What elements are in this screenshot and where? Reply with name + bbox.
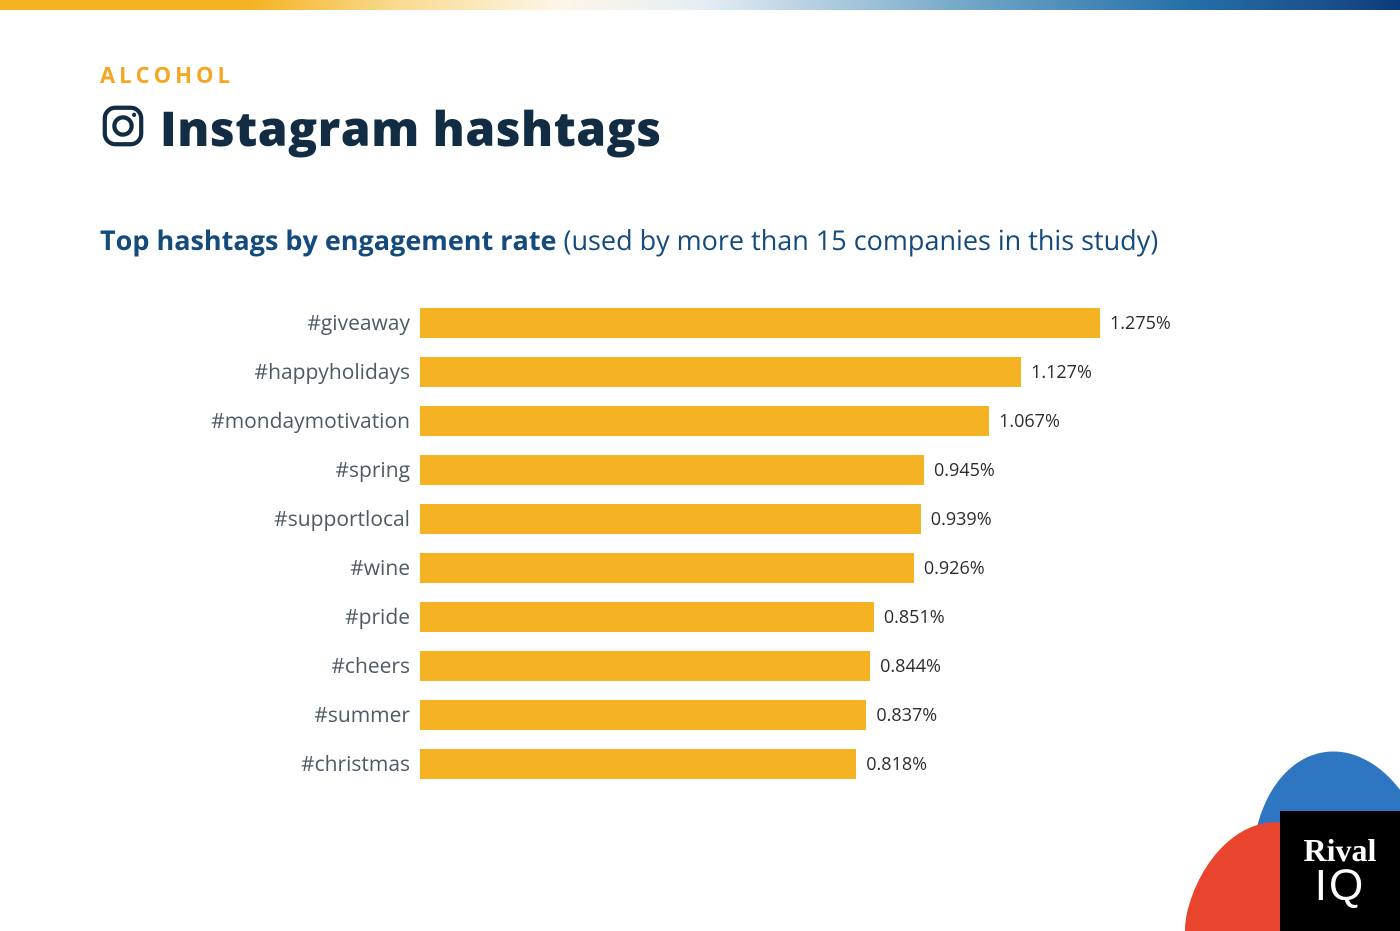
bar [420,504,921,534]
chart-row: #spring 0.945% [170,455,1300,485]
bar [420,602,874,632]
bar-wrap: 1.127% [420,357,1092,387]
chart-row: #wine 0.926% [170,553,1300,583]
bar [420,406,989,436]
hashtag-label: #wine [170,554,420,582]
chart-row: #cheers 0.844% [170,651,1300,681]
bar-wrap: 1.275% [420,308,1171,338]
page-title: Instagram hashtags [160,96,662,161]
bar [420,308,1100,338]
chart-row: #giveaway 1.275% [170,308,1300,338]
top-gradient-bar [0,0,1400,10]
value-label: 0.945% [934,458,995,482]
bar-chart: #giveaway 1.275% #happyholidays 1.127% #mond… [100,308,1300,779]
chart-row: #christmas 0.818% [170,749,1300,779]
bar-wrap: 1.067% [420,406,1060,436]
page: ALCOHOL Instagram hashtags Top hashtags … [0,0,1400,931]
bar-wrap: 0.945% [420,455,995,485]
bar [420,553,914,583]
eyebrow-category: ALCOHOL [100,60,1300,90]
value-label: 0.851% [884,605,945,629]
value-label: 0.818% [866,752,927,776]
bar-wrap: 0.926% [420,553,985,583]
rivaliq-logo: Rival IQ [1280,811,1400,931]
value-label: 0.844% [880,654,941,678]
bar-wrap: 0.939% [420,504,992,534]
chart-row: #happyholidays 1.127% [170,357,1300,387]
bar [420,455,924,485]
instagram-icon [100,103,146,154]
value-label: 1.067% [999,409,1060,433]
bar [420,700,866,730]
value-label: 0.939% [931,507,992,531]
hashtag-label: #happyholidays [170,358,420,386]
hashtag-label: #supportlocal [170,505,420,533]
bar-wrap: 0.837% [420,700,937,730]
bar-wrap: 0.844% [420,651,941,681]
decorative-blob-red [1169,805,1360,931]
hashtag-label: #pride [170,603,420,631]
value-label: 0.837% [876,703,937,727]
bar-wrap: 0.818% [420,749,927,779]
value-label: 1.127% [1031,360,1092,384]
value-label: 0.926% [924,556,985,580]
chart-row: #supportlocal 0.939% [170,504,1300,534]
title-row: Instagram hashtags [100,96,1300,161]
bar-wrap: 0.851% [420,602,945,632]
bar [420,357,1021,387]
bar [420,749,856,779]
chart-row: #pride 0.851% [170,602,1300,632]
hashtag-label: #summer [170,701,420,729]
hashtag-label: #christmas [170,750,420,778]
hashtag-label: #mondaymotivation [170,407,420,435]
value-label: 1.275% [1110,311,1171,335]
bar [420,651,870,681]
hashtag-label: #giveaway [170,309,420,337]
chart-subtitle: Top hashtags by engagement rate (used by… [100,221,1300,258]
logo-text-rival: Rival [1304,834,1377,866]
content: ALCOHOL Instagram hashtags Top hashtags … [0,10,1400,779]
chart-row: #summer 0.837% [170,700,1300,730]
logo-text-iq: IQ [1315,864,1365,908]
hashtag-label: #cheers [170,652,420,680]
hashtag-label: #spring [170,456,420,484]
subtitle-light: (used by more than 15 companies in this … [557,221,1159,258]
subtitle-bold: Top hashtags by engagement rate [100,221,557,258]
chart-row: #mondaymotivation 1.067% [170,406,1300,436]
